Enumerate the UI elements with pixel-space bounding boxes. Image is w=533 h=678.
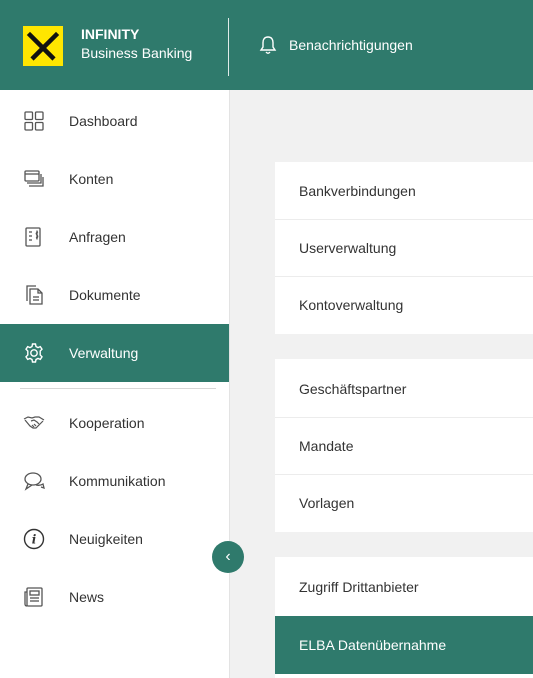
collapse-sidebar-button[interactable]: ‹ [212,541,244,573]
menu-item-vorlagen[interactable]: Vorlagen [275,474,533,532]
sidebar-item-kommunikation[interactable]: Kommunikation [0,452,229,510]
sidebar-item-dashboard[interactable]: Dashboard [0,92,229,150]
app-header: INFINITY Business Banking Benachrichtigu… [0,0,533,90]
sidebar-item-label: Dashboard [69,113,138,129]
documents-icon [23,284,45,306]
row-divider [275,219,533,220]
row-divider [275,417,533,418]
sidebar-item-konten[interactable]: Konten [0,150,229,208]
sidebar-item-label: Anfragen [69,229,126,245]
sidebar-item-label: Dokumente [69,287,141,303]
newspaper-icon [23,586,45,608]
row-divider [275,276,533,277]
sidebar-item-kooperation[interactable]: Kooperation [0,394,229,452]
menu-group-1: Bankverbindungen Userverwaltung Kontover… [275,162,533,334]
menu-item-label: Kontoverwaltung [299,297,404,313]
menu-item-kontoverwaltung[interactable]: Kontoverwaltung [275,276,533,334]
sidebar-item-neuigkeiten[interactable]: i Neuigkeiten [0,510,229,568]
bell-icon [259,36,277,54]
header-divider [228,18,229,76]
menu-item-mandate[interactable]: Mandate [275,417,533,475]
brand-logo[interactable]: INFINITY Business Banking [0,0,229,90]
menu-item-label: Geschäftspartner [299,381,407,397]
cards-stack-icon [23,168,45,190]
row-divider [275,474,533,475]
notifications-button[interactable]: Benachrichtigungen [259,33,413,57]
sidebar-item-anfragen[interactable]: Anfragen [0,208,229,266]
chat-bubbles-icon [23,470,45,492]
gear-icon [23,342,45,364]
menu-group-3: Zugriff Drittanbieter ELBA Datenübernahm… [275,557,533,678]
menu-item-label: Vorlagen [299,495,355,511]
menu-item-label: ELBA Datenübernahme [299,637,447,653]
svg-text:i: i [32,533,37,547]
brand-name: INFINITY [81,26,140,42]
sidebar-item-label: Kooperation [69,415,145,431]
sidebar-separator [20,388,216,389]
menu-item-label: Mandate [299,438,354,454]
menu-item-label: Bankverbindungen [299,183,416,199]
raiffeisen-logo-icon [23,26,63,66]
sidebar-item-label: News [69,589,105,605]
menu-item-geschaeftspartner[interactable]: Geschäftspartner [275,360,533,418]
request-form-icon [23,226,45,248]
menu-group-2: Geschäftspartner Mandate Vorlagen [275,359,533,532]
menu-item-bankverbindungen[interactable]: Bankverbindungen [275,162,533,220]
sidebar-item-label: Verwaltung [69,345,139,361]
dashboard-grid-icon [23,110,45,132]
sidebar-item-news[interactable]: News [0,568,229,626]
handshake-icon [23,412,45,434]
notifications-label: Benachrichtigungen [289,37,413,53]
info-icon: i [23,528,45,550]
menu-item-userverwaltung[interactable]: Userverwaltung [275,219,533,277]
sidebar: Dashboard Konten Anfragen Dokumente Verw… [0,90,230,678]
sidebar-item-label: Konten [69,171,114,187]
chevron-left-icon: ‹ [225,548,231,565]
menu-item-zugriff-drittanbieter[interactable]: Zugriff Drittanbieter [275,558,533,616]
sidebar-item-dokumente[interactable]: Dokumente [0,266,229,324]
sidebar-item-label: Neuigkeiten [69,531,143,547]
menu-item-label: Userverwaltung [299,240,397,256]
sidebar-item-verwaltung[interactable]: Verwaltung [0,324,229,382]
brand-subtitle: Business Banking [81,45,193,61]
menu-item-elba-datenuebernahme[interactable]: ELBA Datenübernahme [275,616,533,674]
menu-item-label: Zugriff Drittanbieter [299,579,419,595]
sidebar-item-label: Kommunikation [69,473,166,489]
